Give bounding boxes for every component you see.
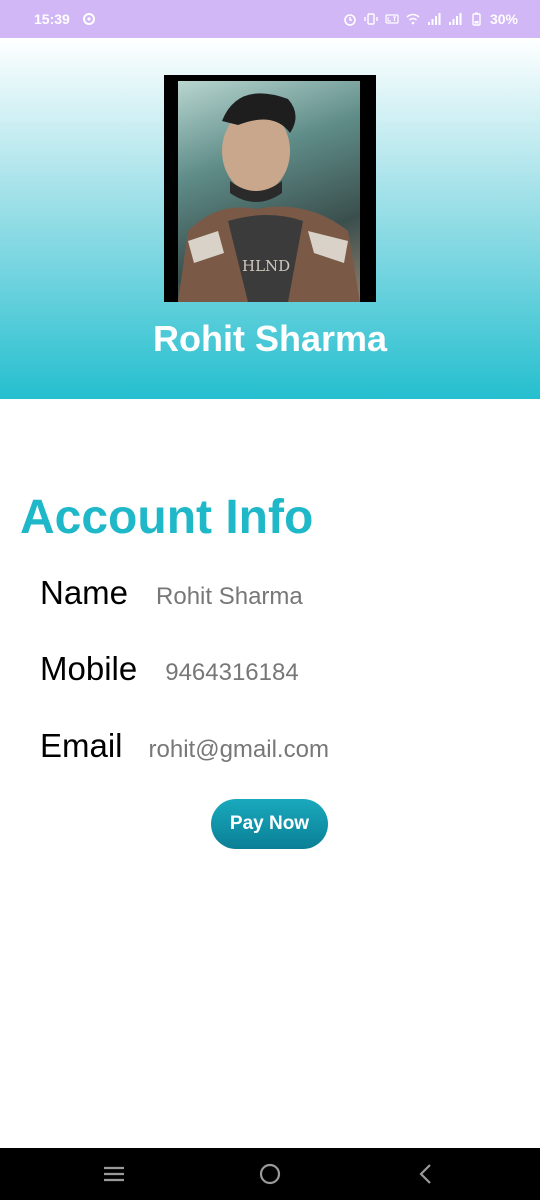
email-row: Email rohit@gmail.com [40, 727, 329, 765]
avatar-photo: HLND [178, 93, 360, 302]
email-label: Email [40, 727, 123, 764]
name-label: Name [40, 574, 129, 611]
avatar-frame: HLND [164, 75, 376, 302]
mobile-row: Mobile 9464316184 [40, 650, 299, 688]
home-icon[interactable] [257, 1162, 283, 1186]
signal-icon [427, 12, 441, 26]
alarm-icon [343, 12, 357, 26]
name-row: Name Rohit Sharma [40, 574, 303, 612]
pay-now-button[interactable]: Pay Now [211, 799, 328, 849]
mobile-value: 9464316184 [165, 659, 299, 686]
email-value: rohit@gmail.com [148, 736, 329, 763]
signal-icon [448, 12, 462, 26]
avatar[interactable]: HLND [178, 81, 360, 302]
mobile-label: Mobile [40, 650, 138, 687]
profile-header: HLND Rohit Sharma [0, 38, 540, 399]
avatar-shirt-text: HLND [242, 257, 290, 275]
status-bar: 15:39 30% [0, 0, 540, 38]
battery-percentage: 30% [489, 11, 518, 27]
vibrate-icon [364, 12, 378, 26]
battery-icon [469, 12, 483, 26]
recents-icon[interactable] [101, 1162, 127, 1186]
settings-icon [82, 12, 96, 26]
navigation-bar [0, 1148, 540, 1200]
account-info-title: Account Info [20, 491, 314, 544]
volte-icon [385, 12, 399, 26]
back-icon[interactable] [413, 1162, 439, 1186]
status-time: 15:39 [34, 11, 70, 27]
name-value: Rohit Sharma [156, 583, 303, 610]
wifi-icon [406, 12, 420, 26]
profile-name: Rohit Sharma [152, 318, 388, 359]
